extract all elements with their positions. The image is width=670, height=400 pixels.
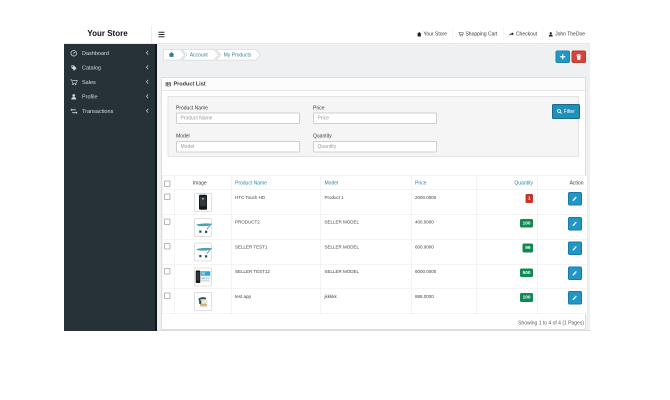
- svg-text:My Products: My Products: [224, 53, 252, 59]
- svg-text:Account: Account: [190, 53, 209, 59]
